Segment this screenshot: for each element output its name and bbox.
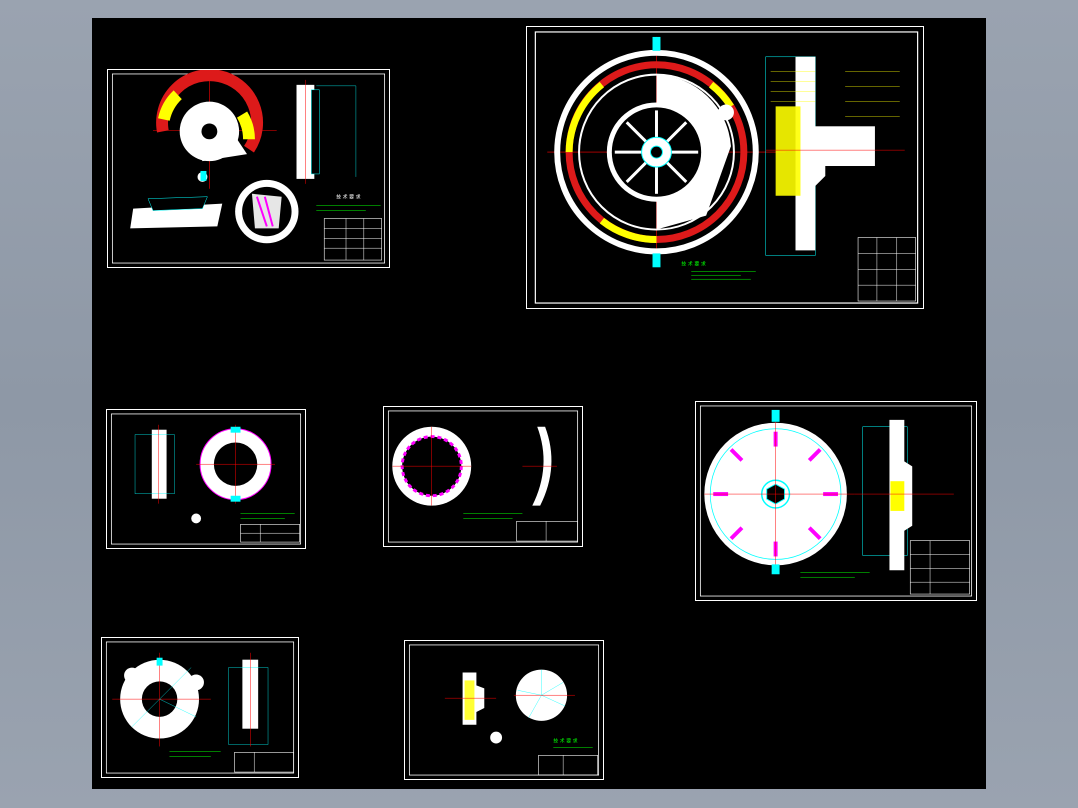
cad-drawing-canvas[interactable]: 技 术 要 求 技 术 要 求 技 术 要 求	[92, 18, 986, 789]
drawing-sheet-5[interactable]	[695, 401, 977, 601]
sheet-1-drawing: 技 术 要 求	[111, 70, 386, 264]
sheet-2-drawing: 技 术 要 求	[534, 31, 919, 304]
sheet-5-drawing	[699, 405, 973, 597]
svg-text:技 术 要 求: 技 术 要 求	[336, 194, 361, 201]
drawing-sheet-1[interactable]: 技 术 要 求	[107, 69, 390, 268]
drawing-sheet-4[interactable]	[383, 406, 583, 547]
sheet-6-drawing	[105, 641, 295, 774]
svg-text:技 术 要 求: 技 术 要 求	[553, 738, 577, 745]
svg-text:技 术 要 求: 技 术 要 求	[681, 260, 706, 267]
drawing-sheet-6[interactable]	[101, 637, 299, 778]
drawing-sheet-7[interactable]: 技 术 要 求	[404, 640, 604, 780]
sheet-4-drawing	[387, 410, 579, 543]
sheet-7-drawing: 技 术 要 求	[408, 644, 600, 776]
drawing-sheet-3[interactable]	[106, 409, 306, 549]
drawing-sheet-2[interactable]: 技 术 要 求	[526, 26, 924, 309]
sheet-3-drawing	[110, 413, 302, 545]
